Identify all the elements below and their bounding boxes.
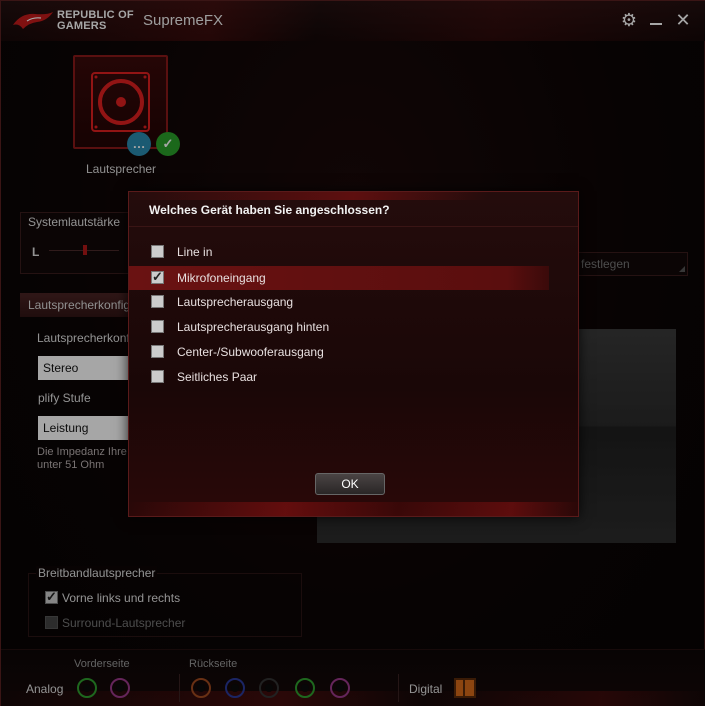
option-label: Mikrofoneingang — [177, 271, 266, 285]
option-checkbox[interactable] — [151, 295, 164, 308]
option-label: Lautsprecherausgang hinten — [177, 320, 330, 334]
ok-button[interactable]: OK — [315, 473, 385, 495]
dialog-divider — [129, 226, 578, 227]
app-window: REPUBLIC OF GAMERS SupremeFX ⚙ ✕ … ✓ Lau… — [0, 0, 705, 706]
option-label: Lautsprecherausgang — [177, 295, 294, 309]
option-speaker-out[interactable]: Lautsprecherausgang — [129, 290, 549, 314]
option-checkbox[interactable] — [151, 345, 164, 358]
option-speaker-out-rear[interactable]: Lautsprecherausgang hinten — [129, 315, 549, 339]
option-label: Line in — [177, 245, 213, 259]
option-label: Seitliches Paar — [177, 370, 258, 384]
option-checkbox[interactable] — [151, 245, 164, 258]
option-side-pair[interactable]: Seitliches Paar — [129, 365, 549, 389]
dialog-top-decoration — [129, 192, 578, 200]
option-microphone[interactable]: Mikrofoneingang — [129, 266, 549, 290]
option-center-sub[interactable]: Center-/Subwooferausgang — [129, 340, 549, 364]
option-line-in[interactable]: Line in — [129, 240, 549, 264]
option-checkbox[interactable] — [151, 320, 164, 333]
device-select-dialog: Welches Gerät haben Sie angeschlossen? L… — [128, 191, 579, 517]
option-label: Center-/Subwooferausgang — [177, 345, 324, 359]
option-checkbox[interactable] — [151, 370, 164, 383]
dialog-title: Welches Gerät haben Sie angeschlossen? — [149, 203, 390, 217]
option-checkbox[interactable] — [151, 269, 164, 285]
dialog-bottom-decoration — [129, 502, 578, 516]
